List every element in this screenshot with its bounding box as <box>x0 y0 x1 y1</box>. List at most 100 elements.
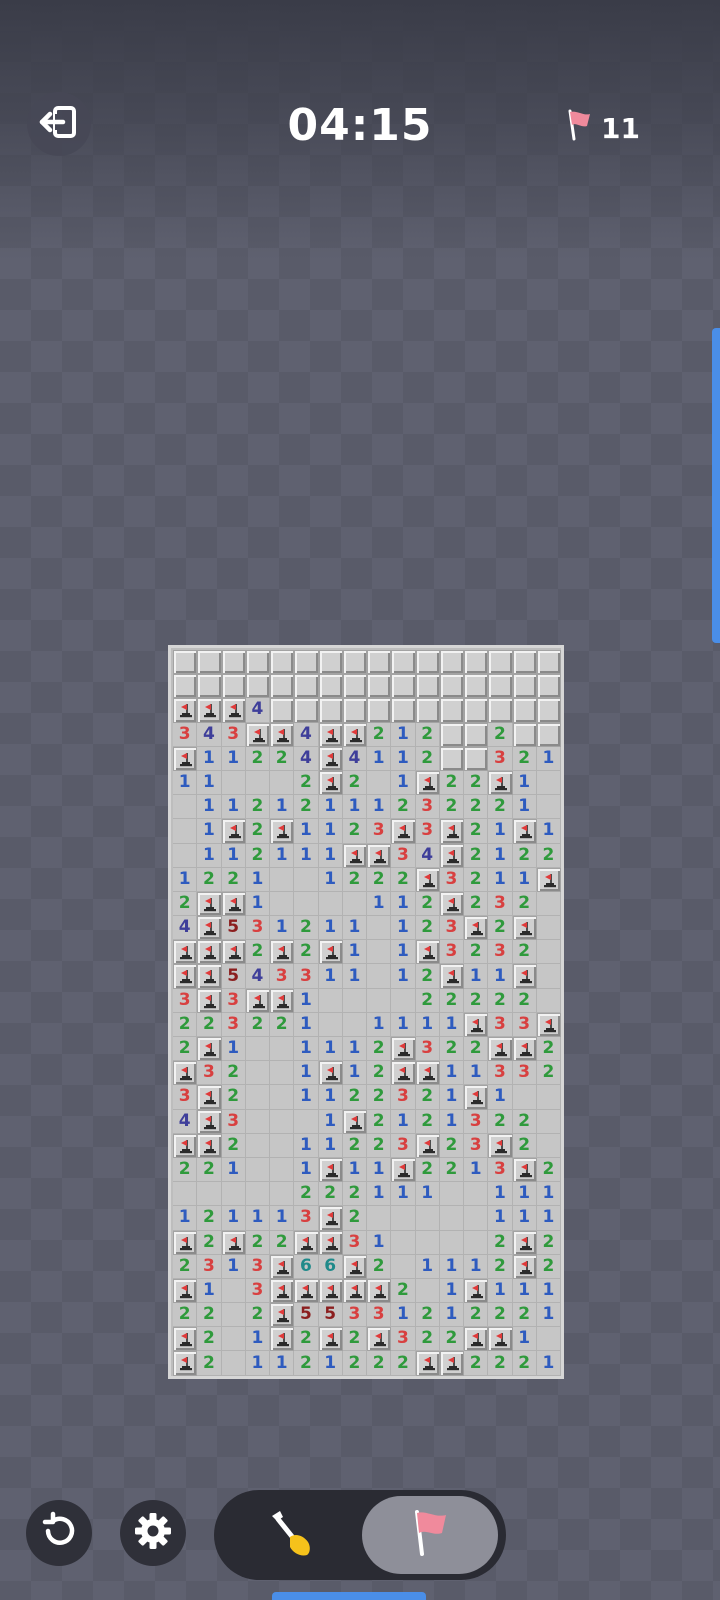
covered-cell[interactable] <box>294 674 319 699</box>
flagged-cell[interactable] <box>415 1061 440 1086</box>
covered-cell[interactable] <box>488 674 513 699</box>
covered-cell[interactable] <box>415 698 440 723</box>
flagged-cell[interactable] <box>415 867 440 892</box>
flag-mode-button[interactable] <box>362 1496 498 1574</box>
mode-toggle[interactable] <box>214 1490 506 1580</box>
covered-cell[interactable] <box>415 674 440 699</box>
flagged-cell[interactable] <box>439 819 464 844</box>
flagged-cell[interactable] <box>197 1133 222 1158</box>
covered-cell[interactable] <box>512 722 537 747</box>
settings-button[interactable] <box>120 1500 186 1566</box>
flagged-cell[interactable] <box>439 843 464 868</box>
flagged-cell[interactable] <box>318 1157 343 1183</box>
flagged-cell[interactable] <box>391 819 416 844</box>
flagged-cell[interactable] <box>294 1230 319 1255</box>
covered-cell[interactable] <box>464 674 489 699</box>
flagged-cell[interactable] <box>173 698 198 723</box>
flagged-cell[interactable] <box>221 940 246 965</box>
flagged-cell[interactable] <box>197 916 222 941</box>
flagged-cell[interactable] <box>270 1327 295 1352</box>
flagged-cell[interactable] <box>197 964 222 989</box>
flagged-cell[interactable] <box>342 1254 367 1279</box>
flagged-cell[interactable] <box>221 1230 246 1255</box>
flagged-cell[interactable] <box>173 940 198 965</box>
covered-cell[interactable] <box>536 698 561 723</box>
covered-cell[interactable] <box>512 650 537 675</box>
flagged-cell[interactable] <box>342 843 367 868</box>
flagged-cell[interactable] <box>294 1278 319 1304</box>
covered-cell[interactable] <box>536 650 561 675</box>
covered-cell[interactable] <box>221 650 246 675</box>
flagged-cell[interactable] <box>270 940 295 965</box>
covered-cell[interactable] <box>536 674 561 699</box>
flagged-cell[interactable] <box>536 1012 561 1037</box>
scroll-indicator[interactable] <box>712 328 720 643</box>
flagged-cell[interactable] <box>488 770 513 796</box>
flagged-cell[interactable] <box>415 940 440 965</box>
flagged-cell[interactable] <box>270 988 295 1013</box>
covered-cell[interactable] <box>342 698 367 723</box>
flagged-cell[interactable] <box>173 964 198 989</box>
covered-cell[interactable] <box>342 674 367 699</box>
flagged-cell[interactable] <box>415 1133 440 1158</box>
covered-cell[interactable] <box>342 650 367 675</box>
flagged-cell[interactable] <box>464 1012 489 1037</box>
flagged-cell[interactable] <box>270 1254 295 1279</box>
covered-cell[interactable] <box>439 746 464 771</box>
flagged-cell[interactable] <box>439 891 464 917</box>
flagged-cell[interactable] <box>488 1037 513 1062</box>
flagged-cell[interactable] <box>245 988 270 1013</box>
covered-cell[interactable] <box>197 674 222 699</box>
flagged-cell[interactable] <box>318 746 343 771</box>
covered-cell[interactable] <box>415 650 440 675</box>
covered-cell[interactable] <box>391 674 416 699</box>
flagged-cell[interactable] <box>512 1157 537 1183</box>
dig-mode-button[interactable] <box>224 1496 358 1574</box>
flagged-cell[interactable] <box>197 940 222 965</box>
covered-cell[interactable] <box>367 674 392 699</box>
covered-cell[interactable] <box>439 650 464 675</box>
covered-cell[interactable] <box>512 698 537 723</box>
covered-cell[interactable] <box>464 698 489 723</box>
covered-cell[interactable] <box>439 722 464 747</box>
flagged-cell[interactable] <box>512 819 537 844</box>
covered-cell[interactable] <box>173 674 198 699</box>
flagged-cell[interactable] <box>270 1303 295 1328</box>
flagged-cell[interactable] <box>488 1327 513 1352</box>
covered-cell[interactable] <box>464 746 489 771</box>
flagged-cell[interactable] <box>342 1109 367 1134</box>
covered-cell[interactable] <box>270 674 295 699</box>
flagged-cell[interactable] <box>173 1230 198 1255</box>
covered-cell[interactable] <box>318 650 343 675</box>
covered-cell[interactable] <box>488 650 513 675</box>
restart-button[interactable] <box>26 1500 92 1566</box>
flagged-cell[interactable] <box>245 722 270 747</box>
flagged-cell[interactable] <box>439 1351 464 1376</box>
covered-cell[interactable] <box>173 650 198 675</box>
flagged-cell[interactable] <box>367 1278 392 1304</box>
flagged-cell[interactable] <box>367 1327 392 1352</box>
flagged-cell[interactable] <box>197 988 222 1013</box>
flagged-cell[interactable] <box>512 1230 537 1255</box>
flagged-cell[interactable] <box>391 1061 416 1086</box>
flagged-cell[interactable] <box>367 843 392 868</box>
flagged-cell[interactable] <box>464 1085 489 1110</box>
flagged-cell[interactable] <box>197 1085 222 1110</box>
flagged-cell[interactable] <box>173 1351 198 1376</box>
flagged-cell[interactable] <box>318 1206 343 1231</box>
flagged-cell[interactable] <box>415 770 440 796</box>
flagged-cell[interactable] <box>270 1278 295 1304</box>
covered-cell[interactable] <box>294 698 319 723</box>
flagged-cell[interactable] <box>536 867 561 892</box>
covered-cell[interactable] <box>512 674 537 699</box>
flagged-cell[interactable] <box>464 1278 489 1304</box>
flagged-cell[interactable] <box>512 964 537 989</box>
covered-cell[interactable] <box>270 698 295 723</box>
home-indicator[interactable] <box>272 1592 426 1600</box>
flagged-cell[interactable] <box>318 770 343 796</box>
flagged-cell[interactable] <box>270 722 295 747</box>
flagged-cell[interactable] <box>197 1109 222 1134</box>
flagged-cell[interactable] <box>464 1327 489 1352</box>
covered-cell[interactable] <box>245 650 270 675</box>
flagged-cell[interactable] <box>342 1278 367 1304</box>
